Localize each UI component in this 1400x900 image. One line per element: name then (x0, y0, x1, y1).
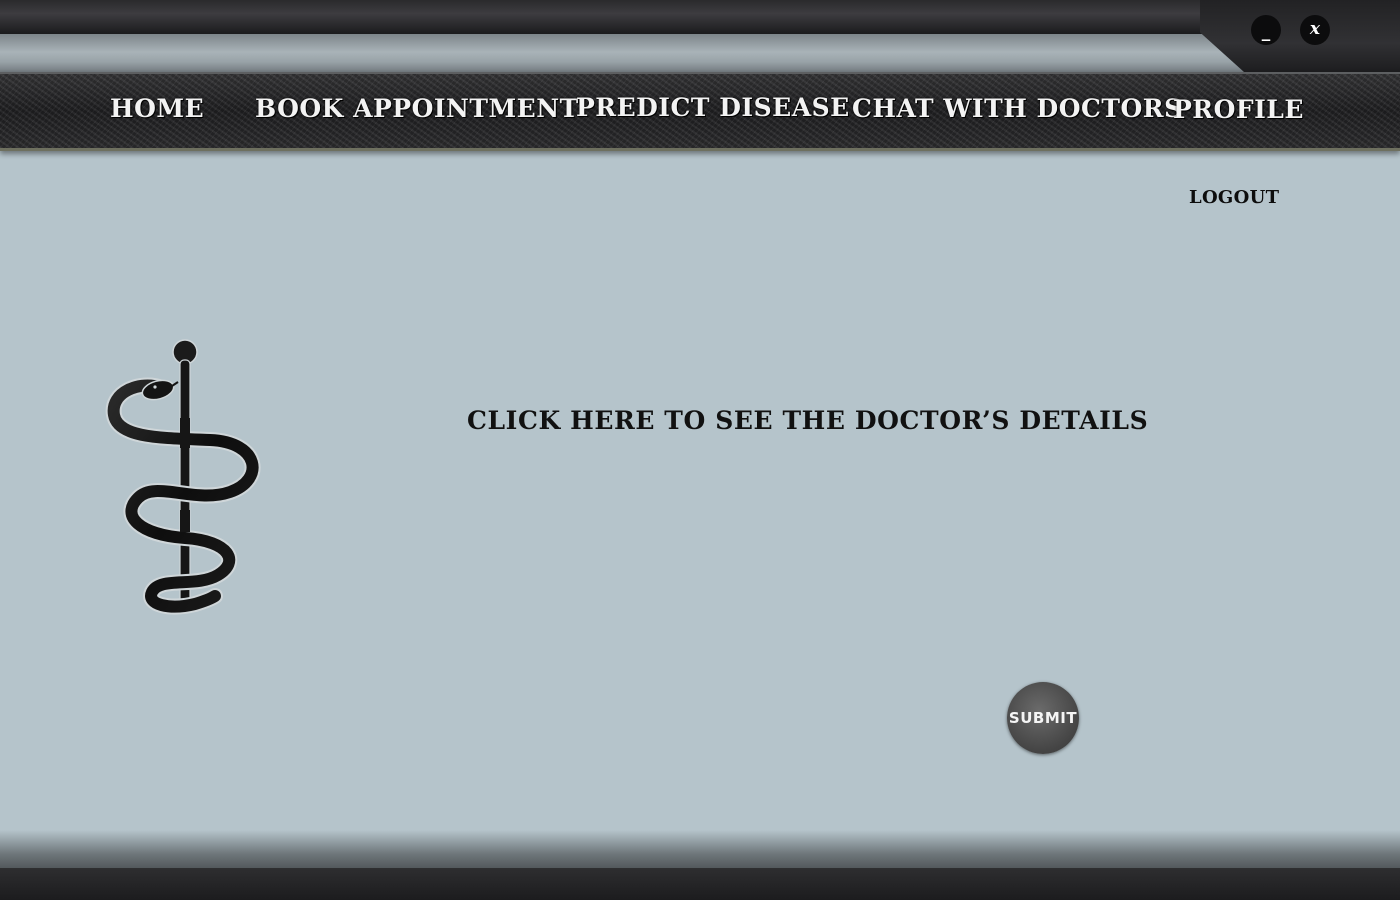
doctor-details-link[interactable]: Click here to see the doctor’s details (467, 406, 1148, 435)
footer-bar (0, 868, 1400, 900)
title-bar (0, 0, 1400, 34)
submit-button[interactable]: Submit (1007, 682, 1079, 754)
footer-shadow (0, 830, 1400, 870)
nav-item-chat-with-doctors[interactable]: Chat with Doctors (852, 94, 1183, 123)
main-nav: Home Book Appointment Predict Disease Ch… (0, 72, 1400, 151)
nav-item-predict-disease[interactable]: Predict Disease (576, 93, 850, 122)
nav-item-profile[interactable]: Profile (1173, 95, 1304, 124)
app-window: _ x Home Book Appointment Predict Diseas… (0, 0, 1400, 900)
title-bar-shadow (0, 34, 1400, 74)
rod-of-asclepius-icon (100, 330, 270, 615)
close-button[interactable]: x (1300, 15, 1330, 45)
nav-item-home[interactable]: Home (110, 94, 204, 123)
minimize-button[interactable]: _ (1251, 15, 1281, 45)
nav-item-book-appointment[interactable]: Book Appointment (255, 94, 579, 123)
logout-link[interactable]: LOGOUT (1189, 187, 1279, 208)
